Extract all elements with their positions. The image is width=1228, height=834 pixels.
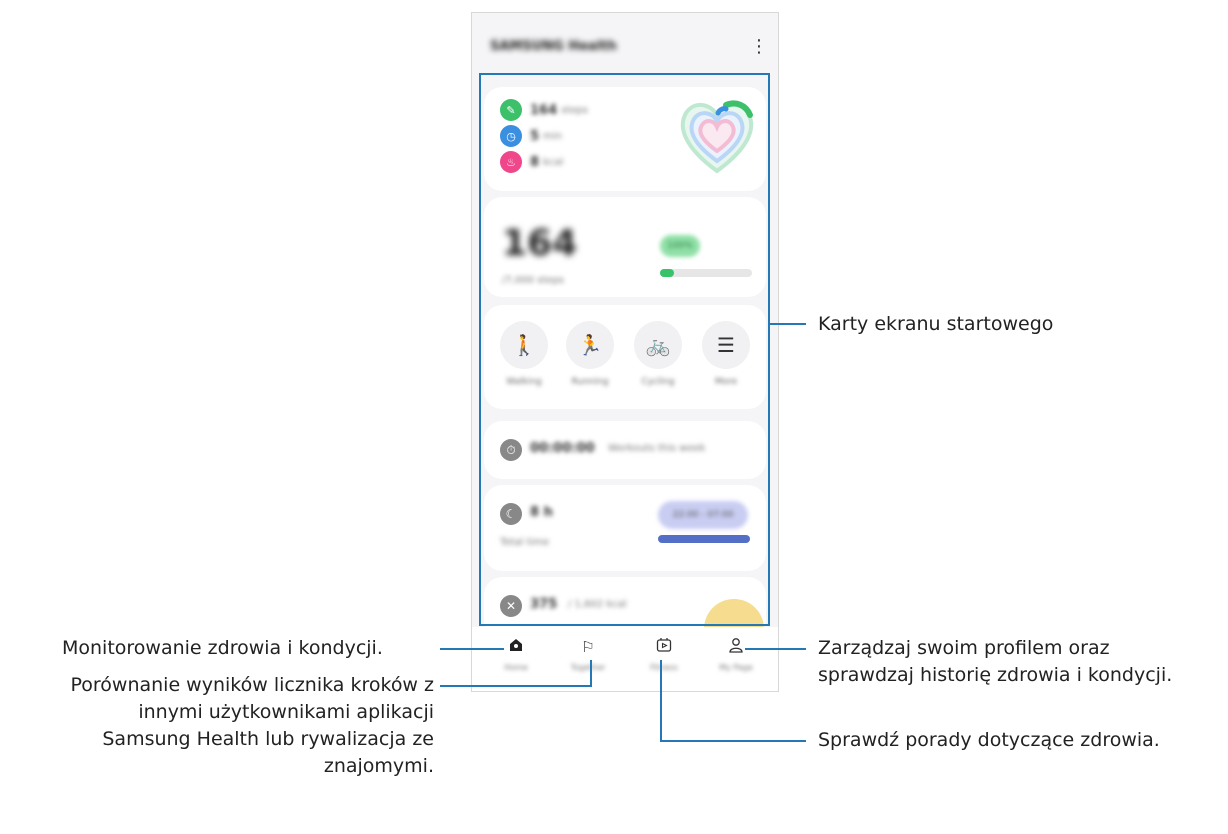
fitness-video-icon: [634, 637, 694, 657]
callout-together-line1: Porównanie wyników licznika kroków z: [70, 674, 434, 696]
nav-home[interactable]: Home: [486, 637, 546, 672]
callout-cards: Karty ekranu startowego: [818, 313, 1054, 335]
bottom-navigation: Home ⚐ Together Fitness My Page: [472, 627, 778, 691]
home-icon: [486, 637, 546, 657]
callout-line-together-horizontal: [440, 685, 592, 687]
callout-home: Monitorowanie zdrowia i kondycji.: [62, 637, 383, 659]
app-header: SAMSUNG Health ⋮: [472, 13, 778, 81]
nav-my-page[interactable]: My Page: [706, 637, 766, 672]
callout-fitness: Sprawdź porady dotyczące zdrowia.: [818, 729, 1160, 751]
callout-together-line3: Samsung Health lub rywalizacja ze: [102, 728, 434, 750]
home-cards-highlight: [479, 73, 770, 626]
nav-together[interactable]: ⚐ Together: [558, 637, 618, 672]
callout-together-line4: znajomymi.: [323, 755, 434, 777]
callout-line-together-vertical: [590, 660, 592, 686]
callout-line-profile: [745, 648, 806, 650]
app-title: SAMSUNG Health: [490, 39, 617, 54]
callout-together-line2: innymi użytkownikami aplikacji: [138, 701, 434, 723]
callout-line-fitness-vertical: [660, 660, 662, 742]
nav-label: Home: [504, 663, 528, 672]
callout-line-fitness-horizontal: [660, 740, 806, 742]
flag-icon: ⚐: [581, 638, 595, 656]
nav-label: Fitness: [650, 663, 678, 672]
nav-fitness[interactable]: Fitness: [634, 637, 694, 672]
more-options-icon[interactable]: ⋮: [750, 37, 768, 57]
callout-line-cards: [770, 323, 806, 325]
callout-line-home: [440, 648, 504, 650]
callout-profile-line2: sprawdzaj historię zdrowia i kondycji.: [818, 664, 1173, 686]
nav-label: My Page: [719, 663, 753, 672]
profile-icon: [706, 637, 766, 657]
nav-label: Together: [570, 663, 606, 672]
callout-profile-line1: Zarządzaj swoim profilem oraz: [818, 637, 1110, 659]
